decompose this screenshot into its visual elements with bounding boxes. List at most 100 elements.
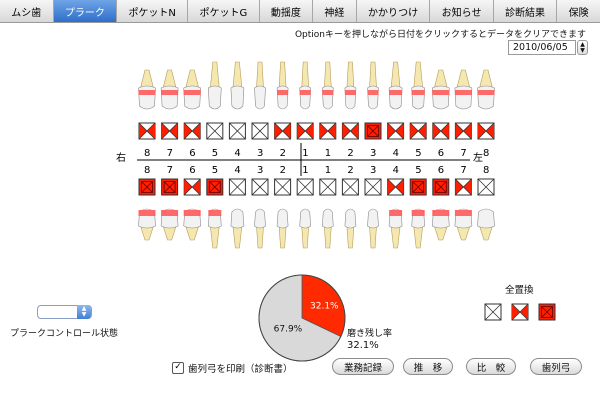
plaque-box[interactable] — [228, 122, 246, 140]
upper-tooth[interactable] — [254, 61, 266, 110]
plaque-box[interactable] — [228, 178, 246, 196]
tooth-number: 6 — [438, 148, 444, 159]
lower-tooth[interactable] — [411, 208, 426, 249]
upper-tooth[interactable] — [344, 61, 357, 110]
lower-tooth[interactable] — [183, 208, 202, 241]
replace-all-option[interactable] — [538, 303, 556, 321]
plaque-box[interactable] — [477, 178, 495, 196]
lower-tooth[interactable] — [230, 208, 245, 249]
lower-tooth[interactable] — [477, 208, 495, 241]
replace-all-option[interactable] — [511, 303, 529, 321]
plaque-box[interactable] — [274, 122, 292, 140]
lower-tooth[interactable] — [160, 208, 179, 241]
upper-tooth[interactable] — [477, 69, 495, 110]
upper-tooth[interactable] — [299, 61, 312, 110]
chevron-down-icon: ▼ — [81, 311, 87, 318]
work-record-button[interactable]: 業務記録 — [332, 358, 394, 375]
upper-tooth[interactable] — [160, 69, 179, 110]
upper-tooth[interactable] — [321, 61, 334, 110]
plaque-box[interactable] — [319, 178, 337, 196]
lower-tooth[interactable] — [388, 208, 403, 249]
plaque-box[interactable] — [206, 178, 224, 196]
lower-tooth[interactable] — [367, 208, 379, 249]
print-option[interactable]: ✓ 歯列弓を印刷（診断書） — [172, 361, 293, 375]
lower-tooth[interactable] — [207, 208, 222, 249]
plaque-box[interactable] — [364, 122, 382, 140]
upper-tooth[interactable] — [138, 69, 156, 110]
remaining-rate-value: 32.1% — [347, 340, 379, 351]
tooth-number: 8 — [144, 165, 150, 176]
upper-tooth[interactable] — [388, 61, 403, 110]
replace-all-option[interactable] — [484, 303, 502, 321]
right-side-label: 右 — [116, 151, 126, 164]
tooth-number: 4 — [393, 148, 399, 159]
plaque-box[interactable] — [409, 122, 427, 140]
plaque-box[interactable] — [454, 178, 472, 196]
upper-tooth[interactable] — [276, 61, 289, 110]
upper-tooth[interactable] — [367, 61, 379, 110]
upper-tooth[interactable] — [183, 69, 202, 110]
plaque-box[interactable] — [183, 178, 201, 196]
print-label: 歯列弓を印刷（診断書） — [188, 364, 293, 375]
lower-tooth[interactable] — [454, 208, 473, 241]
plaque-control-select[interactable]: ▲ ▼ — [37, 305, 92, 319]
tooth-number: 4 — [234, 165, 240, 176]
plaque-box[interactable] — [183, 122, 201, 140]
print-checkbox[interactable]: ✓ — [172, 362, 184, 374]
plaque-box[interactable] — [341, 178, 359, 196]
plaque-box[interactable] — [296, 178, 314, 196]
plaque-box[interactable] — [387, 122, 405, 140]
lower-tooth[interactable] — [254, 208, 266, 249]
plaque-box[interactable] — [138, 178, 156, 196]
tooth-number: 5 — [212, 165, 218, 176]
lower-tooth[interactable] — [138, 208, 156, 241]
tooth-number: 1 — [325, 148, 331, 159]
upper-tooth[interactable] — [454, 69, 473, 110]
lower-tooth[interactable] — [431, 208, 450, 241]
plaque-box[interactable] — [387, 178, 405, 196]
remaining-rate-label: 磨き残し率 — [347, 329, 393, 339]
lower-teeth — [138, 208, 495, 249]
upper-tooth[interactable] — [411, 61, 426, 110]
replace-all-label: 全置換 — [505, 285, 534, 296]
plaque-box[interactable] — [161, 122, 179, 140]
plaque-box[interactable] — [251, 178, 269, 196]
tooth-number: 1 — [325, 165, 331, 176]
plaque-box[interactable] — [274, 178, 292, 196]
plaque-box[interactable] — [454, 122, 472, 140]
tooth-number: 8 — [483, 165, 489, 176]
tooth-number: 7 — [167, 148, 173, 159]
upper-tooth[interactable] — [431, 69, 450, 110]
tooth-number: 6 — [189, 148, 195, 159]
plaque-box[interactable] — [432, 122, 450, 140]
upper-plaque-boxes — [138, 122, 495, 140]
plaque-box[interactable] — [319, 122, 337, 140]
lower-tooth[interactable] — [276, 208, 289, 249]
plaque-box[interactable] — [296, 122, 314, 140]
lower-tooth[interactable] — [299, 208, 312, 249]
plaque-box[interactable] — [161, 178, 179, 196]
plaque-box[interactable] — [409, 178, 427, 196]
tooth-number: 1 — [302, 148, 308, 159]
plaque-box[interactable] — [432, 178, 450, 196]
upper-tooth[interactable] — [207, 61, 222, 110]
plaque-box[interactable] — [477, 122, 495, 140]
tooth-number: 5 — [212, 148, 218, 159]
plaque-box[interactable] — [138, 122, 156, 140]
lower-tooth[interactable] — [344, 208, 357, 249]
tooth-number: 5 — [415, 165, 421, 176]
upper-tooth[interactable] — [230, 61, 245, 110]
dental-arch-button[interactable]: 歯列弓 — [530, 358, 582, 375]
tooth-number: 7 — [167, 165, 173, 176]
plaque-box[interactable] — [251, 122, 269, 140]
plaque-box[interactable] — [364, 178, 382, 196]
trend-button[interactable]: 推 移 — [403, 358, 453, 375]
lower-tooth[interactable] — [321, 208, 334, 249]
lower-tooth-numbers: 8 7 6 5 4 3 2 1 1 2 3 4 5 6 7 8 — [144, 165, 489, 176]
tooth-number: 3 — [370, 165, 376, 176]
plaque-box[interactable] — [341, 122, 359, 140]
plaque-box[interactable] — [206, 122, 224, 140]
tooth-number: 3 — [257, 148, 263, 159]
tooth-number: 2 — [347, 148, 353, 159]
compare-button[interactable]: 比 較 — [466, 358, 516, 375]
